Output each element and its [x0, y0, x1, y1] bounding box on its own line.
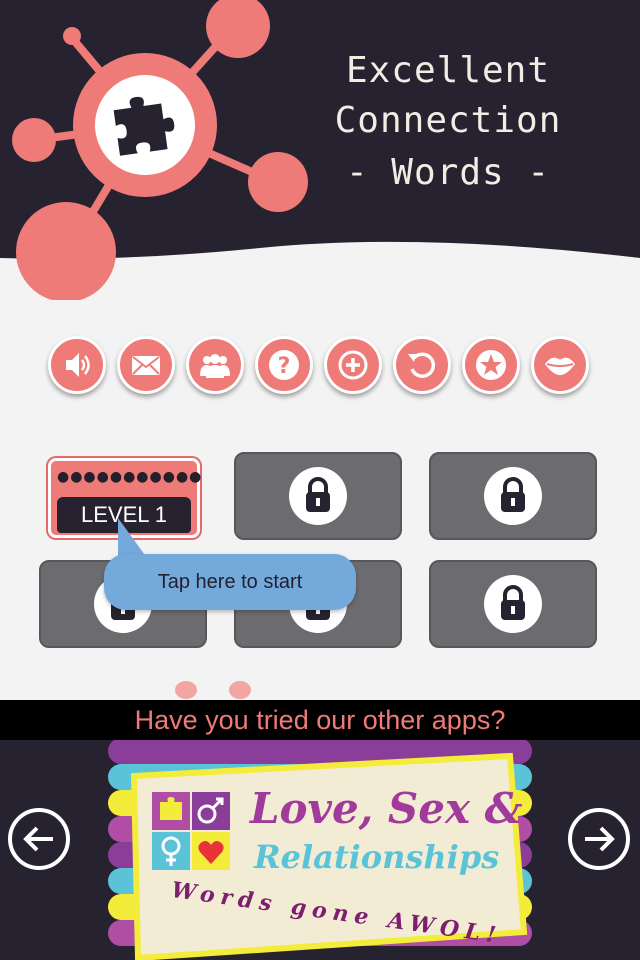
- level-3-tile[interactable]: [429, 452, 597, 540]
- sound-icon: [66, 353, 90, 377]
- app-title-line1: Excellent: [345, 50, 551, 91]
- promo-app-title-line2: Relationships: [254, 838, 500, 876]
- header-background: [0, 0, 640, 302]
- reset-button[interactable]: [393, 336, 451, 394]
- people-button[interactable]: [186, 336, 244, 394]
- arrow-right-icon: [585, 826, 615, 852]
- app-title-line3: - Words -: [345, 152, 551, 193]
- svg-text:?: ?: [278, 354, 291, 379]
- plus-icon: [338, 350, 368, 380]
- lock-icon: [484, 467, 542, 525]
- level-progress-dots: ●●●●●●●●●●●: [57, 469, 203, 485]
- lock-icon: [289, 467, 347, 525]
- page-indicator-dot[interactable]: [175, 681, 197, 699]
- lock-icon: [484, 575, 542, 633]
- level-6-tile[interactable]: [429, 560, 597, 648]
- lips-button[interactable]: [531, 336, 589, 394]
- mail-icon: [132, 356, 160, 375]
- app-title-line2: Connection: [334, 100, 562, 141]
- arrow-left-icon: [23, 826, 53, 852]
- level-2-tile[interactable]: [234, 452, 402, 540]
- header: Excellent Connection - Words -: [0, 0, 640, 302]
- star-button[interactable]: [462, 336, 520, 394]
- help-button[interactable]: ?: [255, 336, 313, 394]
- next-app-button[interactable]: [568, 808, 630, 870]
- previous-app-button[interactable]: [8, 808, 70, 870]
- help-icon: ?: [269, 350, 299, 380]
- puzzle-piece-icon: [112, 94, 178, 160]
- mail-button[interactable]: [117, 336, 175, 394]
- app-logo-icon: [152, 792, 230, 874]
- page-indicator-dot[interactable]: [229, 681, 251, 699]
- star-icon: [476, 350, 506, 380]
- plus-button[interactable]: [324, 336, 382, 394]
- people-icon: [200, 354, 230, 378]
- lips-icon: [545, 357, 575, 375]
- sound-button[interactable]: [48, 336, 106, 394]
- tooltip-bubble: Tap here to start: [104, 554, 356, 610]
- promo-banner[interactable]: Love, Sex & Relationships Words gone AWO…: [0, 740, 640, 960]
- promo-app-title-line1: Love, Sex &: [250, 784, 523, 833]
- reset-icon: [408, 352, 436, 378]
- promo-headline: Have you tried our other apps?: [0, 700, 640, 740]
